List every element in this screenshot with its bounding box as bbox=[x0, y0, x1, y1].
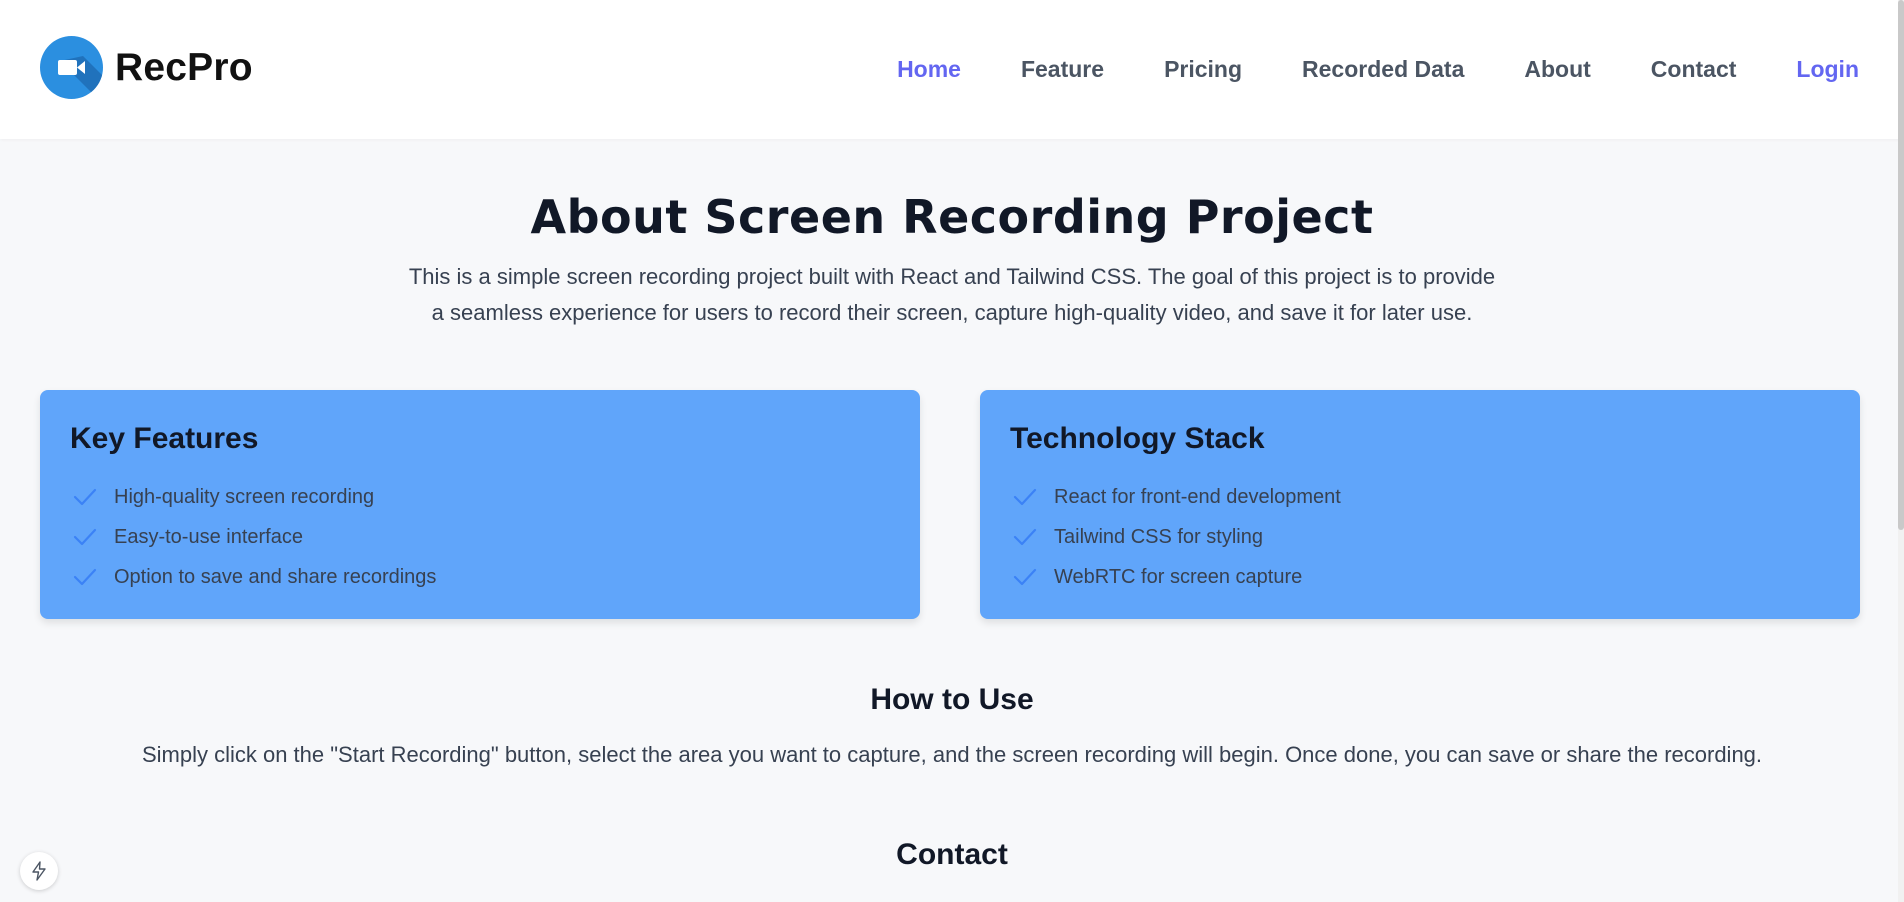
list-item-text: Tailwind CSS for styling bbox=[1054, 525, 1263, 548]
list-item-text: High-quality screen recording bbox=[114, 485, 375, 508]
nav-feature[interactable]: Feature bbox=[1021, 56, 1104, 83]
checkmark-icon bbox=[1013, 488, 1037, 506]
page: RecPro Home Feature Pricing Recorded Dat… bbox=[0, 0, 1904, 902]
info-cards: Key Features High-quality screen recordi… bbox=[40, 390, 1860, 619]
intro-paragraph: This is a simple screen recording projec… bbox=[352, 259, 1552, 331]
technology-stack-card: Technology Stack React for front-end dev… bbox=[980, 390, 1860, 619]
list-item-text: WebRTC for screen capture bbox=[1054, 565, 1303, 588]
intro-line: a seamless experience for users to recor… bbox=[431, 300, 1473, 325]
list-item-text: Option to save and share recordings bbox=[114, 565, 437, 588]
nav-about[interactable]: About bbox=[1524, 56, 1590, 83]
scrollbar[interactable] bbox=[1898, 0, 1904, 902]
intro-line: This is a simple screen recording projec… bbox=[408, 264, 1496, 289]
lightning-bolt-icon bbox=[32, 861, 46, 881]
how-to-use-title: How to Use bbox=[870, 683, 1034, 716]
nav-recorded-data[interactable]: Recorded Data bbox=[1302, 56, 1464, 83]
nav-pricing[interactable]: Pricing bbox=[1164, 56, 1242, 83]
nav-home[interactable]: Home bbox=[897, 56, 961, 83]
feature-list: High-quality screen recording Easy-to-us… bbox=[70, 477, 890, 597]
nav-contact[interactable]: Contact bbox=[1651, 56, 1737, 83]
checkmark-icon bbox=[1013, 528, 1037, 546]
list-item: WebRTC for screen capture bbox=[1010, 557, 1830, 597]
brand-name: RecPro bbox=[115, 45, 253, 89]
list-item: Easy-to-use interface bbox=[70, 517, 890, 557]
list-item-text: Easy-to-use interface bbox=[114, 525, 303, 548]
list-item: React for front-end development bbox=[1010, 477, 1830, 517]
main-nav: Home Feature Pricing Recorded Data About… bbox=[837, 0, 1859, 139]
tech-list: React for front-end development Tailwind… bbox=[1010, 477, 1830, 597]
video-camera-icon bbox=[40, 36, 103, 99]
nav-login[interactable]: Login bbox=[1796, 56, 1859, 83]
page-title: About Screen Recording Project bbox=[530, 190, 1374, 244]
checkmark-icon bbox=[73, 488, 97, 506]
main-content: About Screen Recording Project This is a… bbox=[0, 139, 1904, 902]
checkmark-icon bbox=[73, 528, 97, 546]
list-item-text: React for front-end development bbox=[1054, 485, 1341, 508]
list-item: Option to save and share recordings bbox=[70, 557, 890, 597]
scrollbar-thumb[interactable] bbox=[1898, 0, 1904, 530]
card-title: Key Features bbox=[70, 422, 259, 455]
list-item: High-quality screen recording bbox=[70, 477, 890, 517]
contact-title: Contact bbox=[896, 838, 1008, 871]
brand[interactable]: RecPro bbox=[40, 36, 253, 99]
how-to-use-text: Simply click on the "Start Recording" bu… bbox=[141, 742, 1763, 767]
floating-badge-button[interactable] bbox=[20, 852, 58, 890]
checkmark-icon bbox=[1013, 568, 1037, 586]
top-navbar: RecPro Home Feature Pricing Recorded Dat… bbox=[0, 0, 1904, 139]
card-title: Technology Stack bbox=[1010, 422, 1265, 455]
checkmark-icon bbox=[73, 568, 97, 586]
key-features-card: Key Features High-quality screen recordi… bbox=[40, 390, 920, 619]
list-item: Tailwind CSS for styling bbox=[1010, 517, 1830, 557]
